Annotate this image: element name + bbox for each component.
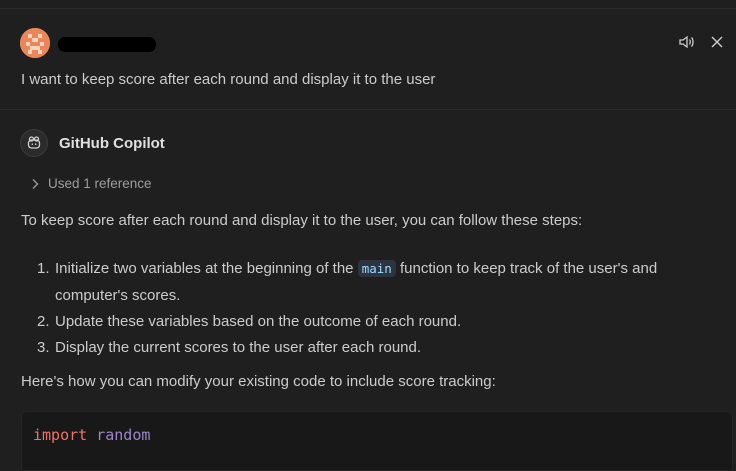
code-block[interactable]: import random xyxy=(21,411,733,471)
close-icon[interactable] xyxy=(706,31,728,53)
message-divider xyxy=(0,109,736,110)
step-number: 1. xyxy=(37,260,50,277)
step-text: computer's scores. xyxy=(55,287,181,304)
user-message-actions xyxy=(676,31,728,53)
copilot-icon xyxy=(20,129,48,157)
redacted-username xyxy=(58,37,156,52)
step-text: Display the current scores to the user a… xyxy=(55,339,422,356)
list-item: 1. Initialize two variables at the begin… xyxy=(37,255,717,309)
user-message-text: I want to keep score after each round an… xyxy=(21,71,436,88)
code-module: random xyxy=(96,426,151,444)
chevron-right-icon xyxy=(32,178,39,189)
code-line: import random xyxy=(33,426,150,444)
used-references-toggle[interactable]: Used 1 reference xyxy=(30,176,152,191)
inline-code: main xyxy=(357,260,396,277)
references-label: Used 1 reference xyxy=(48,176,152,191)
step-number: 2. xyxy=(37,313,50,330)
response-intro: To keep score after each round and displ… xyxy=(21,212,583,229)
speaker-icon[interactable] xyxy=(676,31,698,53)
user-avatar[interactable] xyxy=(20,28,50,58)
list-item: 3. Display the current scores to the use… xyxy=(37,335,717,361)
steps-list: 1. Initialize two variables at the begin… xyxy=(37,255,717,361)
step-text: Update these variables based on the outc… xyxy=(55,313,462,330)
step-text: function to keep track of the user's and xyxy=(395,260,658,277)
step-text: Initialize two variables at the beginnin… xyxy=(55,260,358,277)
step-number: 3. xyxy=(37,339,50,356)
user-message-block: I want to keep score after each round an… xyxy=(0,9,736,109)
response-outro: Here's how you can modify your existing … xyxy=(21,373,496,390)
assistant-name: GitHub Copilot xyxy=(59,135,165,152)
list-item: 2. Update these variables based on the o… xyxy=(37,309,717,335)
code-keyword: import xyxy=(33,426,88,444)
